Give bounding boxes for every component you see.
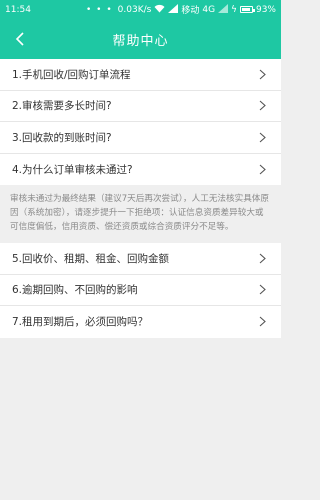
faq-answer-text: 审核未通过为最终结果（建议7天后再次尝试），人工无法核实具体原因（系统加密），请… [0, 185, 281, 243]
faq-item-label: 5.回收价、租期、租金、回购金额 [12, 252, 170, 265]
signal-icon-2 [218, 3, 229, 16]
network-type: 4G [202, 4, 216, 15]
faq-list-bottom: 5.回收价、租期、租金、回购金额 6.逾期回购、不回购的影响 7.租用到期后，必… [0, 243, 281, 338]
faq-item-label: 2.审核需要多长时间? [12, 100, 112, 113]
network-speed: 0.03K/s [117, 4, 152, 15]
chevron-right-icon [257, 68, 267, 80]
charging-icon: ϟ [231, 4, 237, 15]
faq-content: 1.手机回收/回购订单流程 2.审核需要多长时间? 3.回收款的到账时间? 4.… [0, 59, 281, 338]
faq-item-label: 6.逾期回购、不回购的影响 [12, 284, 138, 297]
status-bar: 11:54 • • • 0.03K/s 移动 4G ϟ 93% [0, 0, 281, 19]
faq-item-review-rejected[interactable]: 4.为什么订单审核未通过? [0, 154, 281, 186]
wifi-icon [154, 4, 165, 16]
help-center-screen: 11:54 • • • 0.03K/s 移动 4G ϟ 93% 帮助中心 1.手… [0, 0, 281, 500]
status-time: 11:54 [5, 4, 31, 15]
faq-item-label: 4.为什么订单审核未通过? [12, 163, 133, 176]
faq-item-review-time[interactable]: 2.审核需要多长时间? [0, 91, 281, 122]
chevron-right-icon [257, 131, 267, 143]
chevron-right-icon [257, 100, 267, 112]
battery-icon [239, 6, 255, 13]
chevron-right-icon [257, 252, 267, 264]
page-title: 帮助中心 [112, 33, 169, 49]
chevron-right-icon [257, 163, 267, 175]
chevron-right-icon [257, 316, 267, 328]
faq-item-must-buyback[interactable]: 7.租用到期后，必须回购吗？ [0, 306, 281, 338]
faq-item-price-terms[interactable]: 5.回收价、租期、租金、回购金额 [0, 243, 281, 275]
top-navbar: 帮助中心 [0, 19, 281, 59]
back-arrow-icon[interactable] [8, 27, 32, 51]
faq-list-top: 1.手机回收/回购订单流程 2.审核需要多长时间? 3.回收款的到账时间? 4.… [0, 59, 281, 185]
notification-dots: • • • [86, 4, 113, 15]
battery-fill [241, 8, 251, 11]
faq-item-overdue-impact[interactable]: 6.逾期回购、不回购的影响 [0, 275, 281, 306]
chevron-right-icon [257, 284, 267, 296]
faq-item-label: 1.手机回收/回购订单流程 [12, 68, 131, 81]
faq-item-label: 3.回收款的到账时间? [12, 131, 112, 144]
faq-item-payment-time[interactable]: 3.回收款的到账时间? [0, 122, 281, 154]
carrier-name: 移动 [181, 6, 200, 16]
battery-percent: 93% [255, 4, 276, 15]
faq-item-label: 7.租用到期后，必须回购吗？ [12, 316, 149, 329]
faq-item-order-process[interactable]: 1.手机回收/回购订单流程 [0, 59, 281, 91]
signal-icon [168, 3, 179, 16]
